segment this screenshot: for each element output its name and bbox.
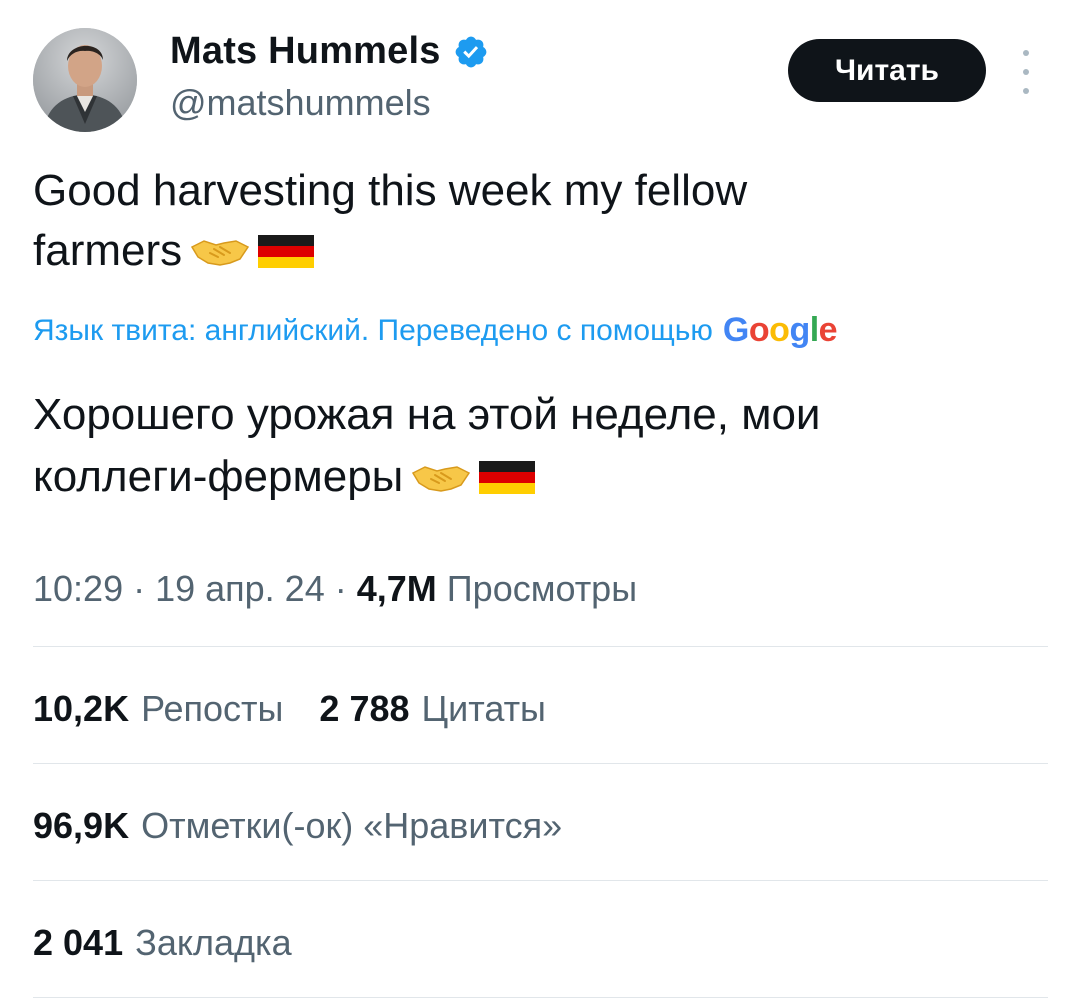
tweet-text-content: Good harvesting this week my fellow farm… (33, 166, 748, 275)
translated-text: Хорошего урожая на этой неделе, мои колл… (33, 384, 1033, 508)
stats-row-reposts-quotes: 10,2K Репосты 2 788 Цитаты (33, 688, 582, 730)
meta-separator: · (324, 568, 357, 609)
handshake-icon (191, 240, 250, 266)
germany-flag-icon (479, 461, 536, 494)
divider (33, 997, 1048, 998)
translation-note-text[interactable]: Язык твита: английский. Переведено с пом… (33, 314, 713, 348)
bookmarks-stat[interactable]: 2 041 Закладка (33, 922, 292, 964)
likes-label: Отметки(-ок) «Нравится» (141, 805, 563, 846)
author-name-text[interactable]: Mats Hummels (170, 30, 441, 73)
likes-stat[interactable]: 96,9K Отметки(-ок) «Нравится» (33, 805, 562, 847)
tweet-date[interactable]: 19 апр. 24 (155, 568, 325, 609)
verified-badge-icon (455, 36, 486, 67)
views-count: 4,7M (356, 568, 437, 609)
quotes-label: Цитаты (421, 688, 546, 729)
avatar[interactable] (33, 28, 137, 132)
bookmarks-label: Закладка (135, 922, 292, 963)
divider (33, 880, 1048, 881)
quotes-stat[interactable]: 2 788 Цитаты (319, 688, 546, 730)
divider (33, 646, 1048, 647)
likes-count: 96,9K (33, 805, 130, 846)
handshake-icon (412, 466, 471, 492)
follow-button[interactable]: Читать (788, 39, 986, 102)
more-vertical-icon[interactable] (1013, 50, 1039, 94)
translation-note[interactable]: Язык твита: английский. Переведено с пом… (33, 311, 838, 350)
reposts-count: 10,2K (33, 688, 130, 729)
tweet-meta: 10:29 · 19 апр. 24 · 4,7M Просмотры (33, 568, 637, 610)
views-label: Просмотры (446, 568, 638, 609)
tweet-time[interactable]: 10:29 (33, 568, 123, 609)
bookmarks-count: 2 041 (33, 922, 124, 963)
author-name[interactable]: Mats Hummels (170, 30, 489, 73)
stats-row-likes: 96,9K Отметки(-ок) «Нравится» (33, 805, 598, 847)
germany-flag-icon (258, 235, 315, 268)
quotes-count: 2 788 (319, 688, 410, 729)
tweet-text: Good harvesting this week my fellow farm… (33, 161, 1033, 281)
reposts-label: Репосты (141, 688, 284, 729)
divider (33, 763, 1048, 764)
reposts-stat[interactable]: 10,2K Репосты (33, 688, 283, 730)
meta-separator: · (123, 568, 156, 609)
google-logo: Google (722, 311, 838, 349)
author-handle[interactable]: @matshummels (170, 82, 431, 124)
stats-row-bookmarks: 2 041 Закладка (33, 922, 328, 964)
